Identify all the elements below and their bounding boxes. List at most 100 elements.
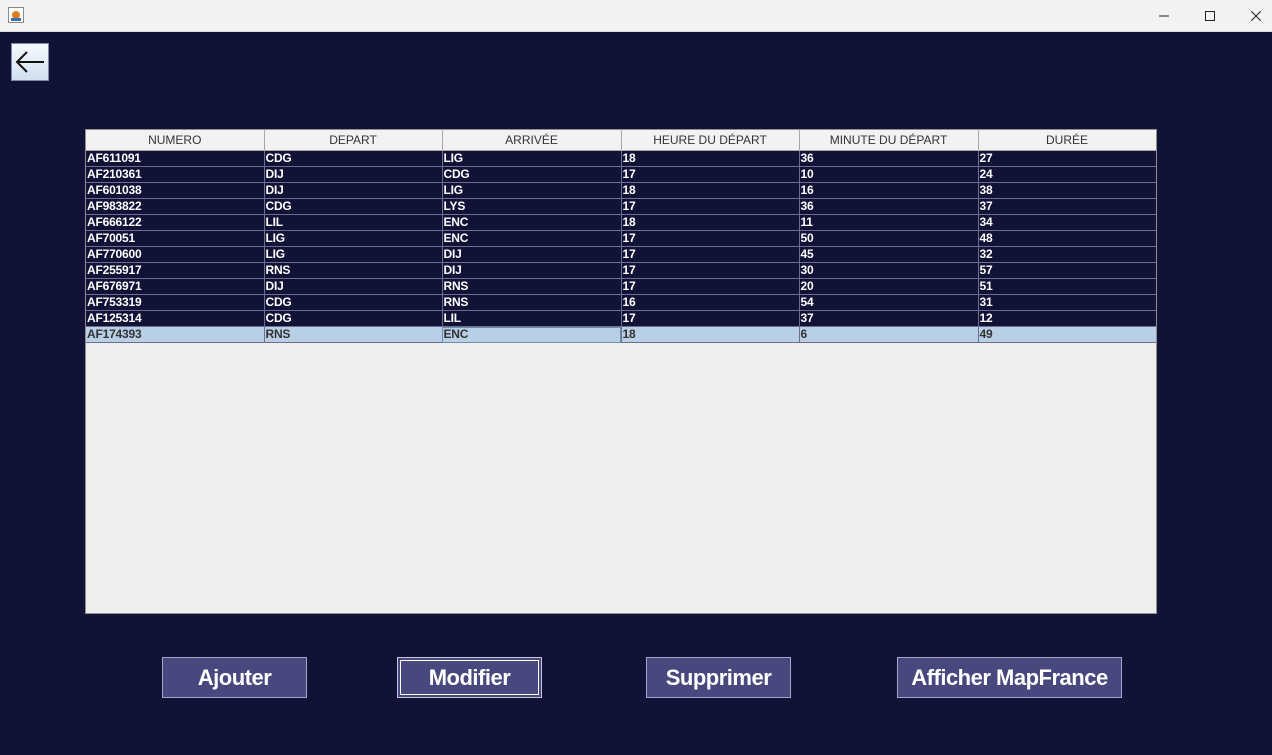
table-cell[interactable]: CDG (264, 310, 443, 327)
table-row[interactable]: AF770600 LIG DIJ 17 45 32 (86, 246, 1156, 263)
table-cell[interactable]: 12 (978, 310, 1156, 327)
table-cell[interactable]: AF70051 (86, 230, 265, 247)
table-cell[interactable]: AF210361 (86, 166, 265, 183)
table-cell[interactable]: RNS (264, 262, 443, 279)
table-row[interactable]: AF983822 CDG LYS 17 36 37 (86, 198, 1156, 215)
table-cell[interactable]: AF666122 (86, 214, 265, 231)
column-header-depart[interactable]: DEPART (264, 130, 443, 151)
table-row[interactable]: AF753319 CDG RNS 16 54 31 (86, 294, 1156, 311)
table-cell[interactable]: LYS (442, 198, 622, 215)
table-cell[interactable]: 17 (621, 262, 800, 279)
table-cell[interactable]: LIL (442, 310, 622, 327)
table-row[interactable]: AF210361 DIJ CDG 17 10 24 (86, 166, 1156, 183)
table-cell[interactable]: ENC (442, 230, 622, 247)
table-cell[interactable]: 38 (978, 182, 1156, 199)
table-cell[interactable]: AF601038 (86, 182, 265, 199)
table-cell[interactable]: 48 (978, 230, 1156, 247)
table-cell[interactable]: 30 (799, 262, 979, 279)
table-cell[interactable]: 18 (621, 150, 800, 167)
table-cell[interactable]: AF125314 (86, 310, 265, 327)
table-cell[interactable]: RNS (442, 278, 622, 295)
table-cell[interactable]: 57 (978, 262, 1156, 279)
table-cell[interactable]: 51 (978, 278, 1156, 295)
table-cell[interactable]: 18 (621, 182, 800, 199)
table-row[interactable]: AF611091 CDG LIG 18 36 27 (86, 150, 1156, 167)
table-cell[interactable]: 37 (799, 310, 979, 327)
table-cell[interactable]: AF611091 (86, 150, 265, 167)
table-cell[interactable]: 31 (978, 294, 1156, 311)
back-button[interactable] (11, 43, 49, 81)
table-cell[interactable]: 27 (978, 150, 1156, 167)
table-cell[interactable]: 17 (621, 166, 800, 183)
table-cell[interactable]: AF983822 (86, 198, 265, 215)
table-cell[interactable]: 54 (799, 294, 979, 311)
table-cell[interactable]: LIL (264, 214, 443, 231)
table-cell[interactable]: CDG (264, 294, 443, 311)
minimize-icon[interactable] (1141, 0, 1187, 31)
maximize-icon[interactable] (1187, 0, 1233, 31)
table-cell[interactable]: 10 (799, 166, 979, 183)
ajouter-button[interactable]: Ajouter (162, 657, 307, 698)
table-cell-focused[interactable]: ENC (442, 326, 622, 343)
table-cell[interactable]: DIJ (264, 166, 443, 183)
column-header-minute-depart[interactable]: MINUTE DU DÉPART (799, 130, 979, 151)
table-cell[interactable]: 17 (621, 246, 800, 263)
table-row[interactable]: AF70051 LIG ENC 17 50 48 (86, 230, 1156, 247)
table-row[interactable]: AF666122 LIL ENC 18 11 34 (86, 214, 1156, 231)
column-header-numero[interactable]: NUMERO (86, 130, 265, 151)
table-cell[interactable]: 11 (799, 214, 979, 231)
table-cell[interactable]: 16 (799, 182, 979, 199)
table-cell[interactable]: RNS (264, 326, 443, 343)
table-cell[interactable]: CDG (264, 150, 443, 167)
table-cell[interactable]: 24 (978, 166, 1156, 183)
table-cell[interactable]: DIJ (442, 262, 622, 279)
table-cell[interactable]: LIG (442, 182, 622, 199)
table-cell[interactable]: 16 (621, 294, 800, 311)
table-cell[interactable]: CDG (264, 198, 443, 215)
table-cell[interactable]: AF676971 (86, 278, 265, 295)
close-icon[interactable] (1233, 0, 1272, 31)
table-header-row: NUMERO DEPART ARRIVÉE HEURE DU DÉPART MI… (86, 130, 1156, 151)
column-header-heure-depart[interactable]: HEURE DU DÉPART (621, 130, 800, 151)
table-row[interactable]: AF601038 DIJ LIG 18 16 38 (86, 182, 1156, 199)
table-cell[interactable]: 34 (978, 214, 1156, 231)
table-cell[interactable]: AF174393 (86, 326, 265, 343)
table-cell[interactable]: CDG (442, 166, 622, 183)
table-cell[interactable]: DIJ (264, 182, 443, 199)
table-cell[interactable]: 18 (621, 214, 800, 231)
table-cell[interactable]: AF255917 (86, 262, 265, 279)
table-cell[interactable]: ENC (442, 214, 622, 231)
supprimer-button[interactable]: Supprimer (646, 657, 791, 698)
table-cell[interactable]: RNS (442, 294, 622, 311)
table-cell[interactable]: 17 (621, 310, 800, 327)
table-cell[interactable]: 37 (978, 198, 1156, 215)
table-cell[interactable]: 18 (621, 326, 800, 343)
table-cell[interactable]: AF753319 (86, 294, 265, 311)
table-cell[interactable]: 50 (799, 230, 979, 247)
table-cell[interactable]: LIG (442, 150, 622, 167)
table-cell[interactable]: LIG (264, 230, 443, 247)
afficher-mapfrance-button[interactable]: Afficher MapFrance (897, 657, 1122, 698)
table-cell[interactable]: DIJ (264, 278, 443, 295)
table-cell[interactable]: 17 (621, 230, 800, 247)
table-row-selected[interactable]: AF174393 RNS ENC 18 6 49 (86, 326, 1156, 343)
table-cell[interactable]: 6 (799, 326, 979, 343)
table-cell[interactable]: 20 (799, 278, 979, 295)
table-cell[interactable]: DIJ (442, 246, 622, 263)
column-header-duree[interactable]: DURÉE (978, 130, 1156, 151)
table-row[interactable]: AF676971 DIJ RNS 17 20 51 (86, 278, 1156, 295)
table-cell[interactable]: LIG (264, 246, 443, 263)
column-header-arrivee[interactable]: ARRIVÉE (442, 130, 622, 151)
table-row[interactable]: AF125314 CDG LIL 17 37 12 (86, 310, 1156, 327)
modifier-button[interactable]: Modifier (397, 657, 542, 698)
table-cell[interactable]: 32 (978, 246, 1156, 263)
table-row[interactable]: AF255917 RNS DIJ 17 30 57 (86, 262, 1156, 279)
table-cell[interactable]: 45 (799, 246, 979, 263)
table-cell[interactable]: 36 (799, 150, 979, 167)
table-cell[interactable]: AF770600 (86, 246, 265, 263)
table-cell[interactable]: 17 (621, 198, 800, 215)
arrow-left-icon (15, 51, 44, 73)
table-cell[interactable]: 17 (621, 278, 800, 295)
table-cell[interactable]: 49 (978, 326, 1156, 343)
table-cell[interactable]: 36 (799, 198, 979, 215)
